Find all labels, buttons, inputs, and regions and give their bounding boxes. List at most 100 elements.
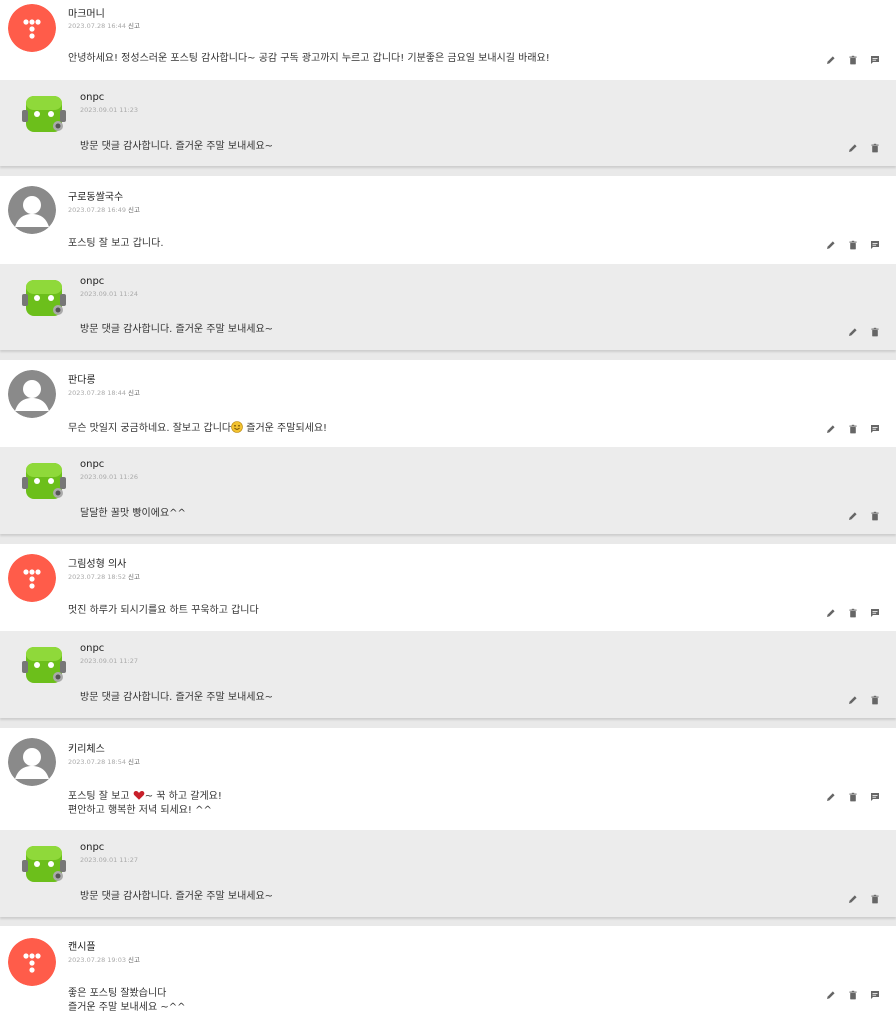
reply-actions (848, 695, 880, 705)
comment-line: 즐거운 주말되세요! (243, 423, 328, 434)
smile-emoji-icon (231, 421, 243, 433)
reply-text: 방문 댓글 감사합니다. 즐거운 주말 보내세요~ (80, 692, 274, 703)
reply-author-name[interactable]: onpc (80, 459, 104, 470)
tmap-logo-avatar[interactable] (8, 554, 56, 602)
android-robot-avatar[interactable] (20, 641, 68, 689)
comment-actions (826, 792, 880, 802)
edit-icon[interactable] (848, 143, 858, 153)
reply-date: 2023.09.01 11:24 (80, 290, 139, 298)
delete-icon[interactable] (848, 990, 858, 1000)
edit-icon[interactable] (826, 424, 836, 434)
edit-icon[interactable] (848, 894, 858, 904)
default-user-avatar[interactable] (8, 370, 56, 418)
edit-icon[interactable] (848, 511, 858, 521)
report-link[interactable]: 신고 (128, 206, 140, 214)
heart-emoji-icon (133, 789, 145, 801)
reply-text: 방문 댓글 감사합니다. 즐거운 주말 보내세요~ (80, 141, 274, 152)
comment-card: 그림성형 의사 2023.07.28 18:52 신고 멋진 하루가 되시기를요 … (0, 544, 896, 631)
edit-icon[interactable] (826, 55, 836, 65)
commenter-name[interactable]: 마크머니 (68, 5, 105, 20)
comment-card: 구로동쌀국수 2023.07.28 16:49 신고 포스팅 잘 보고 갑니다. (0, 176, 896, 264)
comment-text: 안녕하세요! 정성스러운 포스팅 감사합니다~ 공감 구독 광고까지 누르고 갑… (68, 52, 550, 66)
edit-icon[interactable] (826, 792, 836, 802)
delete-icon[interactable] (870, 894, 880, 904)
comment-line: 포스팅 잘 보고 (68, 791, 133, 802)
comment-actions (826, 990, 880, 1000)
reply-actions (848, 511, 880, 521)
report-link[interactable]: 신고 (128, 22, 140, 30)
comment-actions (826, 240, 880, 250)
android-robot-avatar[interactable] (20, 274, 68, 322)
comment-meta: 2023.07.28 16:44 신고 (68, 20, 140, 30)
reply-date: 2023.09.01 11:27 (80, 657, 139, 665)
delete-icon[interactable] (870, 327, 880, 337)
reply-actions (848, 143, 880, 153)
reply-icon[interactable] (870, 424, 880, 434)
report-link[interactable]: 신고 (128, 956, 140, 964)
android-robot-avatar[interactable] (20, 840, 68, 888)
delete-icon[interactable] (848, 424, 858, 434)
edit-icon[interactable] (826, 608, 836, 618)
reply-icon[interactable] (870, 990, 880, 1000)
reply-icon[interactable] (870, 792, 880, 802)
report-link[interactable]: 신고 (128, 758, 140, 766)
commenter-name[interactable]: 판다롱 (68, 371, 96, 386)
comment-actions (826, 608, 880, 618)
reply-author-name[interactable]: onpc (80, 92, 104, 103)
android-robot-avatar[interactable] (20, 90, 68, 138)
reply-text: 방문 댓글 감사합니다. 즐거운 주말 보내세요~ (80, 324, 274, 335)
commenter-name[interactable]: 키리체스 (68, 740, 105, 755)
delete-icon[interactable] (848, 792, 858, 802)
edit-icon[interactable] (826, 240, 836, 250)
report-link[interactable]: 신고 (128, 573, 140, 581)
edit-icon[interactable] (848, 695, 858, 705)
comment-actions (826, 55, 880, 65)
comment-meta: 2023.07.28 18:54 신고 (68, 756, 140, 766)
tmap-logo-avatar[interactable] (8, 938, 56, 986)
tmap-logo-avatar[interactable] (8, 4, 56, 52)
reply-text: 달달한 꿀맛 빵이에요^^ (80, 508, 186, 519)
comment-date: 2023.07.28 16:49 (68, 206, 127, 214)
edit-icon[interactable] (848, 327, 858, 337)
commenter-name[interactable]: 구로동쌀국수 (68, 188, 123, 203)
comment-meta: 2023.07.28 18:52 신고 (68, 571, 140, 581)
reply-card: onpc 2023.09.01 11:27 방문 댓글 감사합니다. 즐거운 주… (0, 830, 896, 917)
delete-icon[interactable] (870, 143, 880, 153)
delete-icon[interactable] (870, 695, 880, 705)
comment-text: 좋은 포스팅 잘봤습니다 즐거운 주말 보내세요 ~^^ (68, 987, 185, 1015)
comment-card: 마크머니 2023.07.28 16:44 신고 안녕하세요! 정성스러운 포스팅… (0, 0, 896, 80)
android-robot-avatar[interactable] (20, 457, 68, 505)
comment-text: 무슨 맛일지 궁금하네요. 잘보고 갑니다 즐거운 주말되세요! (68, 421, 327, 436)
delete-icon[interactable] (870, 511, 880, 521)
comment-line: 편안하고 행복한 저녁 되세요! ^^ (68, 805, 212, 816)
default-user-avatar[interactable] (8, 186, 56, 234)
delete-icon[interactable] (848, 55, 858, 65)
comment-actions (826, 424, 880, 434)
reply-author-name[interactable]: onpc (80, 842, 104, 853)
delete-icon[interactable] (848, 240, 858, 250)
comment-line: ~ 꾹 하고 갈게요! (144, 791, 222, 802)
reply-card: onpc 2023.09.01 11:27 방문 댓글 감사합니다. 즐거운 주… (0, 631, 896, 718)
reply-text: 방문 댓글 감사합니다. 즐거운 주말 보내세요~ (80, 891, 274, 902)
report-link[interactable]: 신고 (128, 389, 140, 397)
reply-icon[interactable] (870, 55, 880, 65)
reply-icon[interactable] (870, 240, 880, 250)
comment-card: 캔시플 2023.07.28 19:03 신고 좋은 포스팅 잘봤습니다 즐거운 주… (0, 926, 896, 1024)
comment-line: 안녕하세요! 정성스러운 포스팅 감사합니다~ 공감 구독 광고까지 누르고 갑… (68, 53, 550, 64)
comment-date: 2023.07.28 19:03 (68, 956, 127, 964)
commenter-name[interactable]: 캔시플 (68, 938, 96, 953)
delete-icon[interactable] (848, 608, 858, 618)
comment-meta: 2023.07.28 19:03 신고 (68, 954, 140, 964)
comment-card: 판다롱 2023.07.28 18:44 신고 무슨 맛일지 궁금하네요. 잘보고… (0, 360, 896, 447)
edit-icon[interactable] (826, 990, 836, 1000)
default-user-avatar[interactable] (8, 738, 56, 786)
reply-date: 2023.09.01 11:23 (80, 106, 139, 114)
reply-card: onpc 2023.09.01 11:23 방문 댓글 감사합니다. 즐거운 주… (0, 80, 896, 166)
comment-date: 2023.07.28 16:44 (68, 22, 127, 30)
reply-author-name[interactable]: onpc (80, 276, 104, 287)
reply-icon[interactable] (870, 608, 880, 618)
reply-date: 2023.09.01 11:27 (80, 856, 139, 864)
comment-line: 무슨 맛일지 궁금하네요. 잘보고 갑니다 (68, 423, 232, 434)
reply-author-name[interactable]: onpc (80, 643, 104, 654)
commenter-name[interactable]: 그림성형 의사 (68, 555, 126, 570)
